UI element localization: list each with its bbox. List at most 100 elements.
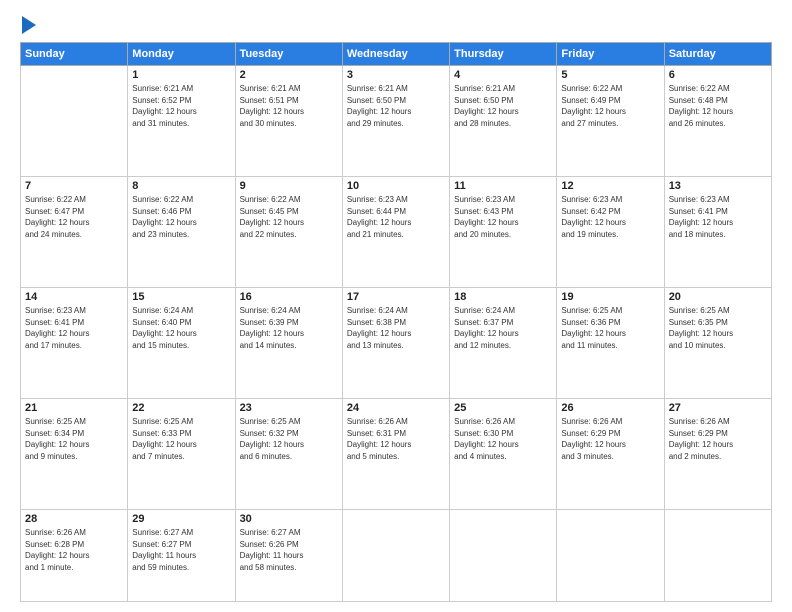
weekday-header: Thursday xyxy=(450,43,557,66)
weekday-header: Tuesday xyxy=(235,43,342,66)
calendar-cell xyxy=(21,66,128,177)
calendar-cell: 6Sunrise: 6:22 AM Sunset: 6:48 PM Daylig… xyxy=(664,66,771,177)
day-info: Sunrise: 6:23 AM Sunset: 6:41 PM Dayligh… xyxy=(669,194,767,240)
day-info: Sunrise: 6:21 AM Sunset: 6:50 PM Dayligh… xyxy=(454,83,552,129)
calendar-cell: 30 Sunrise: 6:27 AM Sunset: 6:26 PM Dayli… xyxy=(235,509,342,601)
day-info: Sunrise: 6:26 AM Sunset: 6:28 PM Dayligh… xyxy=(25,527,123,573)
day-number: 21 xyxy=(25,402,123,414)
calendar-cell xyxy=(450,509,557,601)
day-number: 10 xyxy=(347,180,445,192)
calendar-cell: 23 Sunrise: 6:25 AM Sunset: 6:32 PM Dayli… xyxy=(235,398,342,509)
header xyxy=(20,18,772,34)
day-info: Sunrise: 6:21 AM Sunset: 6:52 PM Dayligh… xyxy=(132,83,230,129)
day-info: Sunrise: 6:23 AM Sunset: 6:44 PM Dayligh… xyxy=(347,194,445,240)
weekday-header: Sunday xyxy=(21,43,128,66)
calendar-cell: 14 Sunrise: 6:23 AM Sunset: 6:41 PM Dayli… xyxy=(21,287,128,398)
day-number: 28 xyxy=(25,513,123,525)
day-info: Sunrise: 6:25 AM Sunset: 6:32 PM Dayligh… xyxy=(240,416,338,462)
weekday-header: Monday xyxy=(128,43,235,66)
day-number: 20 xyxy=(669,291,767,303)
day-number: 11 xyxy=(454,180,552,192)
day-info: Sunrise: 6:26 AM Sunset: 6:29 PM Dayligh… xyxy=(669,416,767,462)
calendar-cell: 20 Sunrise: 6:25 AM Sunset: 6:35 PM Dayli… xyxy=(664,287,771,398)
day-info: Sunrise: 6:22 AM Sunset: 6:47 PM Dayligh… xyxy=(25,194,123,240)
day-info: Sunrise: 6:27 AM Sunset: 6:26 PM Dayligh… xyxy=(240,527,338,573)
day-number: 7 xyxy=(25,180,123,192)
day-info: Sunrise: 6:21 AM Sunset: 6:51 PM Dayligh… xyxy=(240,83,338,129)
calendar-cell: 25 Sunrise: 6:26 AM Sunset: 6:30 PM Dayli… xyxy=(450,398,557,509)
calendar-week-row: 21 Sunrise: 6:25 AM Sunset: 6:34 PM Dayli… xyxy=(21,398,772,509)
day-number: 23 xyxy=(240,402,338,414)
calendar-cell xyxy=(342,509,449,601)
calendar-cell: 1 Sunrise: 6:21 AM Sunset: 6:52 PM Daylig… xyxy=(128,66,235,177)
calendar-cell: 9 Sunrise: 6:22 AM Sunset: 6:45 PM Daylig… xyxy=(235,176,342,287)
day-info: Sunrise: 6:24 AM Sunset: 6:38 PM Dayligh… xyxy=(347,305,445,351)
day-number: 25 xyxy=(454,402,552,414)
day-info: Sunrise: 6:25 AM Sunset: 6:35 PM Dayligh… xyxy=(669,305,767,351)
calendar-cell: 8 Sunrise: 6:22 AM Sunset: 6:46 PM Daylig… xyxy=(128,176,235,287)
day-number: 6 xyxy=(669,69,767,81)
day-number: 8 xyxy=(132,180,230,192)
day-number: 19 xyxy=(561,291,659,303)
calendar-cell: 22 Sunrise: 6:25 AM Sunset: 6:33 PM Dayli… xyxy=(128,398,235,509)
day-info: Sunrise: 6:22 AM Sunset: 6:45 PM Dayligh… xyxy=(240,194,338,240)
calendar-cell: 28 Sunrise: 6:26 AM Sunset: 6:28 PM Dayli… xyxy=(21,509,128,601)
calendar-cell: 18 Sunrise: 6:24 AM Sunset: 6:37 PM Dayli… xyxy=(450,287,557,398)
day-number: 3 xyxy=(347,69,445,81)
day-number: 18 xyxy=(454,291,552,303)
day-number: 4 xyxy=(454,69,552,81)
day-number: 29 xyxy=(132,513,230,525)
day-number: 15 xyxy=(132,291,230,303)
day-info: Sunrise: 6:24 AM Sunset: 6:39 PM Dayligh… xyxy=(240,305,338,351)
calendar-cell: 19Sunrise: 6:25 AM Sunset: 6:36 PM Dayli… xyxy=(557,287,664,398)
day-number: 9 xyxy=(240,180,338,192)
calendar-cell: 5 Sunrise: 6:22 AM Sunset: 6:49 PM Daylig… xyxy=(557,66,664,177)
day-info: Sunrise: 6:26 AM Sunset: 6:29 PM Dayligh… xyxy=(561,416,659,462)
calendar-week-row: 14 Sunrise: 6:23 AM Sunset: 6:41 PM Dayli… xyxy=(21,287,772,398)
calendar-cell: 12 Sunrise: 6:23 AM Sunset: 6:42 PM Dayli… xyxy=(557,176,664,287)
day-number: 1 xyxy=(132,69,230,81)
calendar-cell: 2 Sunrise: 6:21 AM Sunset: 6:51 PM Daylig… xyxy=(235,66,342,177)
day-number: 2 xyxy=(240,69,338,81)
day-info: Sunrise: 6:21 AM Sunset: 6:50 PM Dayligh… xyxy=(347,83,445,129)
calendar-cell: 4 Sunrise: 6:21 AM Sunset: 6:50 PM Daylig… xyxy=(450,66,557,177)
calendar-cell xyxy=(557,509,664,601)
day-info: Sunrise: 6:25 AM Sunset: 6:33 PM Dayligh… xyxy=(132,416,230,462)
day-number: 12 xyxy=(561,180,659,192)
day-number: 30 xyxy=(240,513,338,525)
day-number: 14 xyxy=(25,291,123,303)
calendar-cell: 11 Sunrise: 6:23 AM Sunset: 6:43 PM Dayli… xyxy=(450,176,557,287)
day-info: Sunrise: 6:22 AM Sunset: 6:46 PM Dayligh… xyxy=(132,194,230,240)
calendar-cell: 3 Sunrise: 6:21 AM Sunset: 6:50 PM Daylig… xyxy=(342,66,449,177)
day-info: Sunrise: 6:27 AM Sunset: 6:27 PM Dayligh… xyxy=(132,527,230,573)
day-number: 5 xyxy=(561,69,659,81)
day-info: Sunrise: 6:26 AM Sunset: 6:30 PM Dayligh… xyxy=(454,416,552,462)
day-info: Sunrise: 6:23 AM Sunset: 6:43 PM Dayligh… xyxy=(454,194,552,240)
weekday-header: Wednesday xyxy=(342,43,449,66)
day-info: Sunrise: 6:23 AM Sunset: 6:41 PM Dayligh… xyxy=(25,305,123,351)
day-number: 24 xyxy=(347,402,445,414)
calendar-cell: 17 Sunrise: 6:24 AM Sunset: 6:38 PM Dayli… xyxy=(342,287,449,398)
weekday-header: Friday xyxy=(557,43,664,66)
day-number: 13 xyxy=(669,180,767,192)
day-number: 22 xyxy=(132,402,230,414)
calendar-cell: 26 Sunrise: 6:26 AM Sunset: 6:29 PM Dayli… xyxy=(557,398,664,509)
calendar-cell: 16Sunrise: 6:24 AM Sunset: 6:39 PM Dayli… xyxy=(235,287,342,398)
day-number: 26 xyxy=(561,402,659,414)
page: SundayMondayTuesdayWednesdayThursdayFrid… xyxy=(0,0,792,612)
day-info: Sunrise: 6:25 AM Sunset: 6:34 PM Dayligh… xyxy=(25,416,123,462)
calendar-cell: 15Sunrise: 6:24 AM Sunset: 6:40 PM Dayli… xyxy=(128,287,235,398)
day-info: Sunrise: 6:24 AM Sunset: 6:37 PM Dayligh… xyxy=(454,305,552,351)
calendar: SundayMondayTuesdayWednesdayThursdayFrid… xyxy=(20,42,772,602)
calendar-cell: 27 Sunrise: 6:26 AM Sunset: 6:29 PM Dayli… xyxy=(664,398,771,509)
day-info: Sunrise: 6:22 AM Sunset: 6:49 PM Dayligh… xyxy=(561,83,659,129)
day-number: 27 xyxy=(669,402,767,414)
day-info: Sunrise: 6:23 AM Sunset: 6:42 PM Dayligh… xyxy=(561,194,659,240)
calendar-cell xyxy=(664,509,771,601)
day-number: 17 xyxy=(347,291,445,303)
logo xyxy=(20,18,36,34)
calendar-cell: 7 Sunrise: 6:22 AM Sunset: 6:47 PM Daylig… xyxy=(21,176,128,287)
day-info: Sunrise: 6:26 AM Sunset: 6:31 PM Dayligh… xyxy=(347,416,445,462)
calendar-cell: 29 Sunrise: 6:27 AM Sunset: 6:27 PM Dayli… xyxy=(128,509,235,601)
calendar-cell: 10 Sunrise: 6:23 AM Sunset: 6:44 PM Dayli… xyxy=(342,176,449,287)
